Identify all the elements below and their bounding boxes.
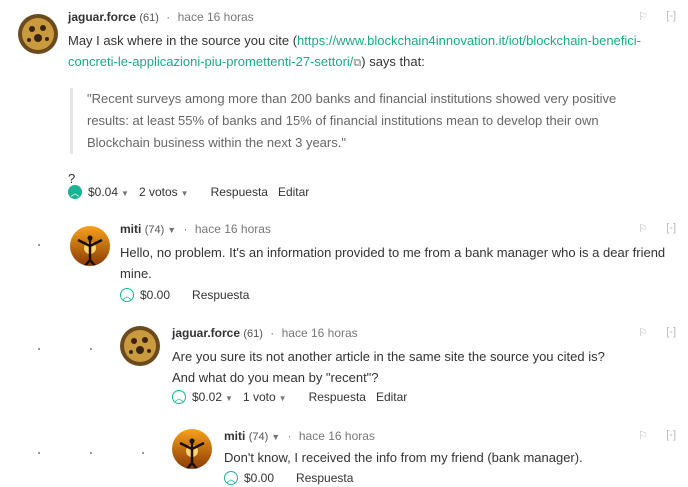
- separator: ·: [287, 429, 292, 443]
- timestamp[interactable]: hace 16 horas: [195, 222, 271, 236]
- upvote-icon[interactable]: ︿: [224, 471, 238, 485]
- chevron-down-icon: ▼: [121, 189, 129, 198]
- comment-body: May I ask where in the source you cite (…: [68, 30, 658, 189]
- reply-button[interactable]: Respuesta: [296, 471, 353, 485]
- comment-actions: ︿ $0.04 ▼ 2 votos ▼ Respuesta Editar: [68, 185, 331, 199]
- upvote-icon[interactable]: ︿: [172, 390, 186, 404]
- payout[interactable]: $0.00: [140, 288, 170, 302]
- avatar[interactable]: [120, 326, 160, 366]
- flag-icon[interactable]: ⚐: [638, 429, 648, 442]
- reputation: (74): [144, 224, 165, 236]
- votes-count[interactable]: 1 voto ▼: [243, 390, 287, 404]
- chevron-down-icon: ▼: [225, 394, 233, 403]
- comment-meta: jaguar.force (61) · hace 16 horas: [68, 10, 254, 24]
- separator: ·: [183, 222, 188, 236]
- votes-count[interactable]: 2 votos ▼: [139, 185, 189, 199]
- chevron-down-icon[interactable]: ▼: [167, 225, 176, 235]
- edit-button[interactable]: Editar: [376, 390, 407, 404]
- payout[interactable]: $0.02 ▼: [192, 390, 233, 404]
- username[interactable]: jaguar.force: [172, 326, 240, 340]
- timestamp[interactable]: hace 16 horas: [178, 10, 254, 24]
- comment-meta: jaguar.force (61) · hace 16 horas: [172, 326, 358, 340]
- body-text: And what do you mean by "recent"?: [172, 370, 379, 385]
- chevron-down-icon: ▼: [278, 394, 287, 403]
- comment-actions: ︿ $0.02 ▼ 1 voto ▼ Respuesta Editar: [172, 390, 429, 404]
- avatar[interactable]: [172, 429, 212, 469]
- collapse-button[interactable]: [-]: [666, 429, 676, 441]
- username[interactable]: miti: [224, 429, 245, 443]
- reputation: (61): [139, 12, 159, 24]
- collapse-button[interactable]: [-]: [666, 326, 676, 338]
- body-text: May I ask where in the source you cite (: [68, 33, 298, 48]
- username[interactable]: miti: [120, 222, 141, 236]
- comment-body: Don't know, I received the info from my …: [224, 450, 583, 465]
- edit-button[interactable]: Editar: [278, 185, 309, 199]
- reply-button[interactable]: Respuesta: [192, 288, 249, 302]
- separator: ·: [270, 326, 275, 340]
- username[interactable]: jaguar.force: [68, 10, 136, 24]
- comment-actions: ︿ $0.00 Respuesta: [120, 288, 271, 302]
- flag-icon[interactable]: ⚐: [638, 326, 648, 339]
- comment: jaguar.force (61) · hace 16 horas ⚐ [-] …: [0, 326, 688, 410]
- quote-text: "Recent surveys among more than 200 bank…: [87, 91, 617, 150]
- chevron-down-icon: ▼: [180, 189, 189, 198]
- flag-icon[interactable]: ⚐: [638, 10, 648, 23]
- payout[interactable]: $0.04 ▼: [88, 185, 129, 199]
- timestamp[interactable]: hace 16 horas: [299, 429, 375, 443]
- comment-meta: miti (74) ▼ · hace 16 horas: [224, 429, 375, 443]
- reply-button[interactable]: Respuesta: [211, 185, 268, 199]
- reputation: (74): [248, 431, 269, 443]
- comment: miti (74) ▼ · hace 16 horas ⚐ [-] Hello, …: [0, 222, 688, 302]
- comment-actions: ︿ $0.00 Respuesta: [224, 471, 375, 485]
- avatar[interactable]: [70, 226, 110, 266]
- blockquote: "Recent surveys among more than 200 bank…: [70, 88, 648, 154]
- body-text: ) says that:: [361, 54, 425, 69]
- body-text: Are you sure its not another article in …: [172, 349, 605, 364]
- reputation: (61): [243, 328, 263, 340]
- timestamp[interactable]: hace 16 horas: [282, 326, 358, 340]
- separator: ·: [166, 10, 171, 24]
- upvote-icon[interactable]: ︿: [68, 185, 82, 199]
- flag-icon[interactable]: ⚐: [638, 222, 648, 235]
- comment-body: Hello, no problem. It's an information p…: [120, 245, 666, 281]
- comment: miti (74) ▼ · hace 16 horas ⚐ [-] Don't k…: [0, 429, 688, 487]
- collapse-button[interactable]: [-]: [666, 10, 676, 22]
- comment-body: Are you sure its not another article in …: [172, 346, 668, 388]
- avatar[interactable]: [18, 14, 58, 54]
- chevron-down-icon[interactable]: ▼: [271, 432, 280, 442]
- payout[interactable]: $0.00: [244, 471, 274, 485]
- comment: jaguar.force (61) · hace 16 horas ⚐ [-] …: [0, 10, 688, 210]
- upvote-icon[interactable]: ︿: [120, 288, 134, 302]
- collapse-button[interactable]: [-]: [666, 222, 676, 234]
- reply-button[interactable]: Respuesta: [309, 390, 366, 404]
- comment-meta: miti (74) ▼ · hace 16 horas: [120, 222, 271, 236]
